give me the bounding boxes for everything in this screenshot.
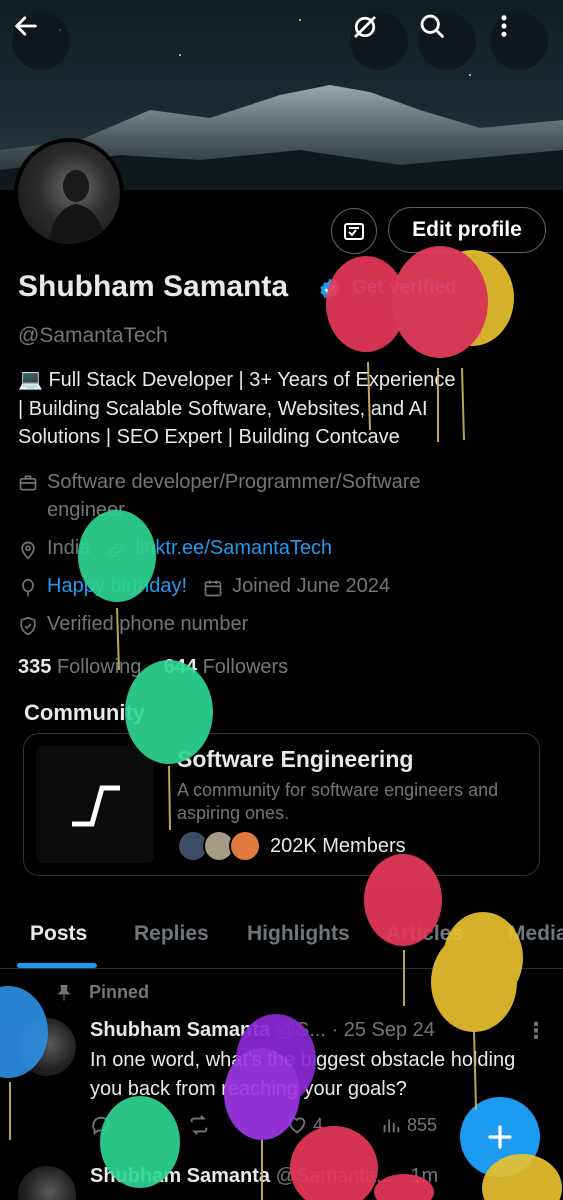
community-section-title: Community	[24, 700, 145, 725]
bio-line: 💻 Full Stack Developer | 3+ Years of Exp…	[18, 369, 456, 391]
heart-icon	[288, 1117, 306, 1134]
shield-check-icon	[20, 616, 36, 636]
profile-name: Shubham Samanta	[18, 270, 289, 303]
profile-birthday-row: Happy birthday! Joined June 2024	[18, 575, 390, 598]
following-count: 335	[18, 656, 52, 678]
followers-label: Followers	[202, 656, 289, 678]
bio-line: Solutions | SEO Expert | Building Contca…	[18, 426, 400, 448]
grok-button[interactable]	[350, 12, 408, 70]
plus-icon	[488, 1125, 512, 1149]
professional-tools-button[interactable]	[331, 208, 377, 254]
post-text: In one word, what's the biggest obstacle…	[90, 1049, 516, 1100]
pinned-label: Pinned	[55, 982, 149, 1003]
briefcase-icon	[19, 475, 37, 491]
post-author-name[interactable]: Shubham Samanta	[90, 1019, 270, 1041]
verified-badge-icon[interactable]	[318, 277, 342, 301]
pinned-text: Pinned	[89, 982, 150, 1002]
tab-replies[interactable]: Replies	[134, 922, 209, 946]
post-author-handle: @S...	[275, 1019, 326, 1041]
more-options-button[interactable]	[490, 12, 548, 70]
followers-count: 644	[163, 656, 198, 678]
like-button[interactable]: 4	[286, 1114, 323, 1136]
community-description: A community for software engineers and a…	[177, 780, 499, 823]
reply-button[interactable]	[90, 1114, 117, 1136]
followers-link[interactable]: 644 Followers	[164, 656, 289, 678]
repost-button[interactable]	[188, 1114, 215, 1136]
active-tab-indicator	[17, 963, 97, 968]
post-date: · 25 Sep 24	[331, 1019, 435, 1041]
community-members-count: 202K Members	[270, 835, 406, 857]
analytics-icon	[383, 1119, 400, 1133]
profile-avatar[interactable]	[14, 138, 124, 248]
post-header: Shubham Samanta @S... · 25 Sep 24	[90, 1019, 435, 1042]
community-name: Software Engineering	[177, 746, 414, 772]
tab-media[interactable]: Media	[508, 922, 563, 946]
category-text: Software developer/Programmer/Software e…	[47, 471, 421, 521]
location-pin-icon	[21, 541, 35, 560]
community-member-avatars	[177, 830, 267, 864]
search-icon	[420, 14, 444, 38]
views-button[interactable]: 855	[380, 1114, 437, 1136]
dashboard-icon	[344, 223, 364, 240]
post-header: Shubham Samanta @Samanta... · 1m	[90, 1165, 438, 1188]
profile-category: Software developer/Programmer/Software e…	[18, 470, 498, 524]
link-icon	[109, 542, 124, 558]
profile-tabs: Posts Replies Highlights Articles Media	[0, 905, 563, 969]
like-count: 4	[313, 1114, 324, 1135]
balloon	[326, 256, 406, 352]
arrow-left-icon	[15, 16, 37, 36]
tab-posts[interactable]: Posts	[30, 922, 87, 946]
community-logo	[36, 746, 154, 863]
more-vertical-icon	[501, 15, 507, 37]
location-text: India	[47, 537, 91, 559]
tab-highlights[interactable]: Highlights	[247, 922, 350, 946]
verified-phone-text: Verified phone number	[47, 613, 249, 635]
profile-handle: @SamantaTech	[18, 324, 168, 347]
tab-articles[interactable]: Articles	[386, 922, 463, 946]
edit-profile-button[interactable]: Edit profile	[388, 207, 546, 253]
profile-verified-phone-row: Verified phone number	[18, 613, 248, 636]
following-label: Following	[56, 656, 142, 678]
view-count: 855	[407, 1114, 438, 1135]
community-card[interactable]: Software Engineering A community for sof…	[23, 733, 540, 876]
post-author-avatar[interactable]	[18, 1166, 76, 1200]
search-button[interactable]	[418, 12, 476, 70]
satellite-off-icon	[354, 16, 376, 38]
repost-icon	[190, 1115, 208, 1135]
birthday-text[interactable]: Happy birthday!	[47, 575, 187, 598]
pin-icon	[57, 984, 71, 1000]
profile-location-row: India linktr.ee/SamantaTech	[18, 537, 332, 560]
reply-icon	[92, 1116, 110, 1136]
compose-button[interactable]	[460, 1097, 540, 1177]
post-author-avatar[interactable]	[18, 1018, 76, 1076]
profile-bio: 💻 Full Stack Developer | 3+ Years of Exp…	[18, 366, 518, 452]
website-link[interactable]: linktr.ee/SamantaTech	[135, 537, 332, 560]
get-verified-link[interactable]: Get verified	[352, 277, 457, 299]
balloon	[392, 246, 488, 358]
post-date: · 1m	[398, 1165, 439, 1187]
member-avatar	[229, 830, 261, 862]
back-button[interactable]	[12, 12, 70, 70]
joined-text: Joined June 2024	[232, 575, 390, 597]
calendar-icon	[204, 580, 222, 597]
post-more-button[interactable]: ⋮	[525, 1018, 547, 1044]
follow-stats: 335 Following 644 Followers	[18, 656, 288, 679]
post-author-handle: @Samanta...	[275, 1165, 393, 1187]
post-author-name[interactable]: Shubham Samanta	[90, 1165, 270, 1187]
bio-line: | Building Scalable Software, Websites, …	[18, 397, 428, 420]
following-link[interactable]: 335 Following	[18, 656, 141, 678]
balloon-icon	[22, 578, 34, 597]
